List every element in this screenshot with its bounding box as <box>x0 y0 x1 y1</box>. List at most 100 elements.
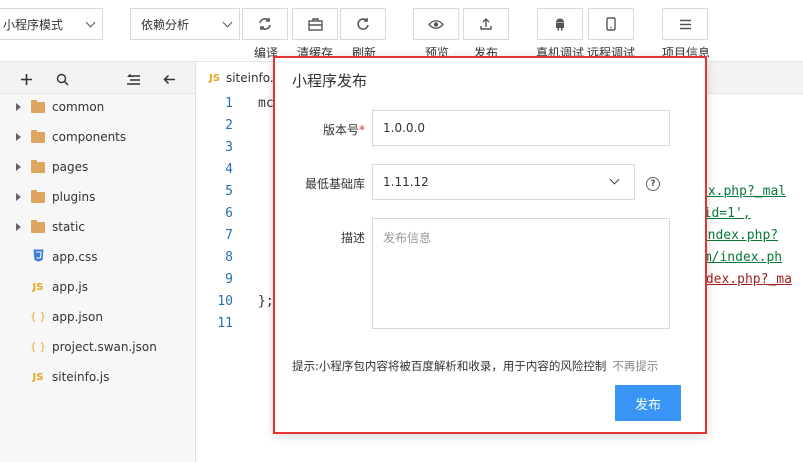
folder-icon <box>31 189 45 203</box>
code-line: om/index.ph <box>696 250 783 265</box>
folder-icon <box>31 129 45 143</box>
folder-icon <box>31 159 45 173</box>
description-placeholder: 发布信息 <box>383 231 432 245</box>
js-file-icon: JS <box>32 371 44 383</box>
chevron-down-icon <box>85 17 96 27</box>
tree-file-app-js[interactable]: JS app.js <box>0 272 196 302</box>
code-line: }; <box>258 294 274 309</box>
device-debug-button[interactable] <box>537 8 583 40</box>
js-file-icon: JS <box>209 72 220 84</box>
line-number: 3 <box>225 140 233 155</box>
tree-item-label: project.swan.json <box>52 340 157 354</box>
line-number: 9 <box>225 272 233 287</box>
mode-select-value: 小程序模式 <box>3 17 64 32</box>
dont-show-again-link[interactable]: 不再提示 <box>612 359 658 373</box>
mode-select[interactable]: 小程序模式 <box>0 8 103 40</box>
baselib-label: 最低基础库 <box>304 177 365 191</box>
description-textarea[interactable]: 发布信息 <box>372 218 670 329</box>
tree-file-app-css[interactable]: app.css <box>0 242 196 272</box>
code-line: mc <box>258 96 274 111</box>
tree-folder-common[interactable]: common <box>0 92 196 122</box>
css-file-icon <box>30 249 46 265</box>
version-input-value: 1.0.0.0 <box>383 121 425 135</box>
phone-icon <box>606 17 616 31</box>
compile-button[interactable] <box>242 8 288 40</box>
code-line: ex.php?_mal <box>700 184 787 199</box>
eye-icon <box>428 19 444 29</box>
tip-text: 提示:小程序包内容将被百度解析和收录，用于内容的风险控制 <box>292 359 607 373</box>
publish-submit-button[interactable]: 发布 <box>615 385 681 421</box>
android-icon <box>556 18 564 30</box>
line-number: 2 <box>225 118 233 133</box>
folder-icon <box>31 219 45 233</box>
tree-file-siteinfo-js[interactable]: JS siteinfo.js <box>0 362 196 392</box>
line-number: 5 <box>225 184 233 199</box>
reload-icon <box>357 18 369 30</box>
line-number: 4 <box>225 162 233 177</box>
line-number: 7 <box>225 228 233 243</box>
tree-folder-plugins[interactable]: plugins <box>0 182 196 212</box>
toolbox-icon <box>307 17 323 31</box>
tree-item-label: app.js <box>52 280 88 294</box>
line-number-gutter: 1 2 3 4 5 6 7 8 9 10 11 <box>197 94 241 462</box>
sort-icon[interactable] <box>124 70 142 88</box>
file-explorer: common components pages plugins static a… <box>0 62 196 462</box>
tree-item-label: common <box>52 100 105 114</box>
dependency-select-value: 依赖分析 <box>141 17 190 32</box>
line-number: 6 <box>225 206 233 221</box>
expand-arrow-icon[interactable] <box>16 223 21 231</box>
folder-icon <box>31 99 45 113</box>
publish-dialog: 小程序发布 版本号* 1.0.0.0 最低基础库 1.11.12 ? 描述 发布… <box>273 56 707 434</box>
expand-arrow-icon[interactable] <box>16 193 21 201</box>
dependency-select[interactable]: 依赖分析 <box>130 8 240 40</box>
refresh-button[interactable] <box>340 8 386 40</box>
remote-debug-button[interactable] <box>588 8 634 40</box>
expand-arrow-icon[interactable] <box>16 103 21 111</box>
chevron-down-icon <box>609 174 620 185</box>
line-number: 1 <box>225 96 233 111</box>
version-label: 版本号* <box>285 121 365 138</box>
project-info-button[interactable] <box>662 8 708 40</box>
description-label: 描述 <box>340 231 365 245</box>
refresh-icon <box>259 18 271 30</box>
tree-folder-components[interactable]: components <box>0 122 196 152</box>
toolbar: 小程序模式 依赖分析 编译 清缓存 刷新 预览 发布 真机调试 远程调试 项目信… <box>0 0 803 62</box>
tree-folder-static[interactable]: static <box>0 212 196 242</box>
search-icon[interactable] <box>53 70 71 88</box>
js-file-icon: JS <box>32 281 44 293</box>
json-file-icon: { } <box>30 311 46 323</box>
required-mark: * <box>359 123 365 137</box>
baselib-select[interactable]: 1.11.12 <box>372 164 635 200</box>
baselib-select-value: 1.11.12 <box>383 175 429 189</box>
tree-item-label: pages <box>52 160 89 174</box>
publish-button[interactable] <box>463 8 509 40</box>
line-number: 10 <box>217 294 233 309</box>
expand-arrow-icon[interactable] <box>16 163 21 171</box>
line-number: 11 <box>217 316 233 331</box>
menu-icon <box>679 19 691 29</box>
tab-label: siteinfo. <box>225 71 274 85</box>
tree-item-label: siteinfo.js <box>52 370 110 384</box>
code-line: ndex.php?_ma <box>698 272 792 287</box>
collapse-left-icon[interactable] <box>160 70 178 88</box>
tree-folder-pages[interactable]: pages <box>0 152 196 182</box>
upload-icon <box>480 18 492 30</box>
expand-arrow-icon[interactable] <box>16 133 21 141</box>
clear-cache-button[interactable] <box>292 8 338 40</box>
chevron-down-icon <box>222 17 233 27</box>
publish-tip: 提示:小程序包内容将被百度解析和收录，用于内容的风险控制 不再提示 <box>292 358 658 374</box>
tree-item-label: static <box>52 220 85 234</box>
tree-item-label: app.css <box>52 250 98 264</box>
tree-file-app-json[interactable]: { } app.json <box>0 302 196 332</box>
tree-item-label: components <box>52 130 127 144</box>
tree-file-project-swan-json[interactable]: { } project.swan.json <box>0 332 196 362</box>
line-number: 8 <box>225 250 233 265</box>
tree-item-label: plugins <box>52 190 96 204</box>
json-file-icon: { } <box>30 341 46 353</box>
version-label-text: 版本号 <box>322 123 359 137</box>
preview-button[interactable] <box>413 8 459 40</box>
help-icon[interactable]: ? <box>646 177 660 191</box>
dialog-title: 小程序发布 <box>292 72 368 90</box>
version-input[interactable]: 1.0.0.0 <box>372 110 670 146</box>
add-icon[interactable] <box>17 70 35 88</box>
